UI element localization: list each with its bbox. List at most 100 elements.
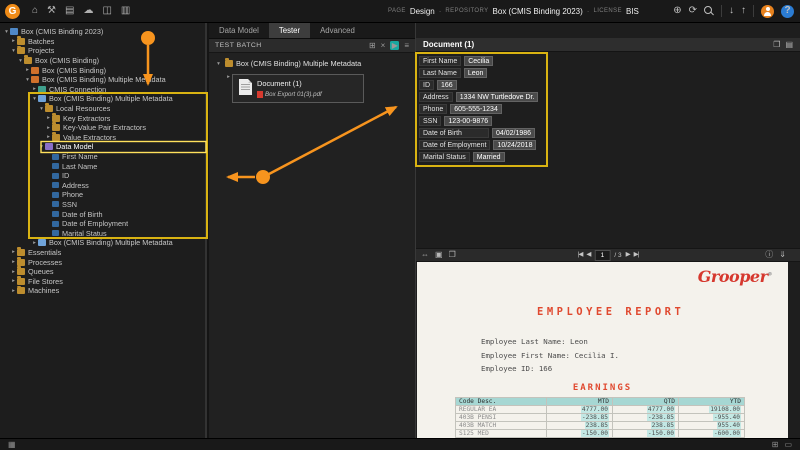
chevron-right-icon[interactable]: ▸ xyxy=(31,240,38,246)
info-icon[interactable]: ⓘ xyxy=(765,251,773,259)
cloud-icon[interactable]: ☁ xyxy=(83,6,93,16)
chevron-right-icon[interactable]: ▸ xyxy=(10,249,17,255)
field-value-input[interactable]: 10/24/2018 xyxy=(493,140,536,150)
file-store-icon[interactable]: ◫ xyxy=(102,6,111,16)
chevron-down-icon[interactable]: ▾ xyxy=(10,48,17,54)
home-icon[interactable]: ⌂ xyxy=(32,6,38,16)
chevron-down-icon[interactable]: ▾ xyxy=(17,58,24,64)
tree-item-batches[interactable]: ▸Batches xyxy=(0,37,205,47)
repository-value[interactable]: Box (CMIS Binding 2023) xyxy=(493,7,583,16)
page-value[interactable]: Design xyxy=(410,7,435,16)
apps-icon[interactable]: ▦ xyxy=(8,441,16,449)
refresh-icon[interactable]: ⟳ xyxy=(689,6,697,16)
field-value-input[interactable]: Married xyxy=(473,152,505,162)
chevron-right-icon[interactable]: ▸ xyxy=(10,38,17,44)
tree-item-key-extractors[interactable]: ▸Key Extractors xyxy=(0,113,205,123)
go-icon[interactable]: ▶ xyxy=(390,41,399,50)
tree-item-ssn[interactable]: SSN xyxy=(0,200,205,210)
tree-item-first-name[interactable]: First Name xyxy=(0,152,205,162)
tab-data-model[interactable]: Data Model xyxy=(209,22,269,38)
field-value-input[interactable]: Cecilia xyxy=(464,56,493,66)
download-icon[interactable]: ↓ xyxy=(729,6,734,16)
document-card[interactable]: Document (1) Box Export 01(3).pdf xyxy=(232,74,364,103)
tree-item-box-cmis-binding-multiple-metadata[interactable]: ▾Box (CMIS Binding) Multiple Metadata xyxy=(0,94,205,104)
chevron-right-icon[interactable]: ▸ xyxy=(10,259,17,265)
chevron-right-icon[interactable]: ▸ xyxy=(10,269,17,275)
chevron-down-icon[interactable]: ▾ xyxy=(31,96,38,102)
chevron-down-icon[interactable]: ▾ xyxy=(215,61,222,67)
batch-folder-row[interactable]: ▾ Box (CMIS Binding) Multiple Metadata xyxy=(215,59,409,68)
chevron-down-icon[interactable]: ▾ xyxy=(3,29,10,35)
help-badge[interactable]: ? xyxy=(781,5,794,18)
prev-page-icon[interactable]: ◀ xyxy=(586,252,590,259)
chevron-right-icon[interactable]: ▸ xyxy=(10,288,17,294)
page-total: / 3 xyxy=(614,252,621,259)
tree-item-phone[interactable]: Phone xyxy=(0,190,205,200)
tree-item-queues[interactable]: ▸Queues xyxy=(0,267,205,277)
search-icon[interactable] xyxy=(704,6,714,16)
tree-item-data-model[interactable]: ▾Data Model xyxy=(0,142,205,152)
field-value-input[interactable]: 04/02/1986 xyxy=(492,128,535,138)
export-icon[interactable]: ⇓ xyxy=(779,251,786,259)
grid-icon[interactable]: ⊞ xyxy=(772,441,779,449)
tree-item-box-cmis-binding-multiple-metadata[interactable]: ▸Box (CMIS Binding) Multiple Metadata xyxy=(0,238,205,248)
delete-icon[interactable]: × xyxy=(381,42,386,50)
field-value-input[interactable]: Leon xyxy=(464,68,488,78)
tree-item-marital-status[interactable]: Marital Status xyxy=(0,228,205,238)
next-page-icon[interactable]: ▶ xyxy=(626,252,630,259)
chevron-down-icon[interactable]: ▾ xyxy=(38,144,45,150)
chevron-right-icon[interactable]: ▸ xyxy=(10,278,17,284)
chevron-right-icon[interactable]: ▸ xyxy=(225,74,232,80)
tree-item-box-cmis-binding-2023[interactable]: ▾Box (CMIS Binding 2023) xyxy=(0,27,205,37)
tree-item-box-cmis-binding-multiple-metadata[interactable]: ▾Box (CMIS Binding) Multiple Metadata xyxy=(0,75,205,85)
tree-item-key-value-pair-extractors[interactable]: ▸Key-Value Pair Extractors xyxy=(0,123,205,133)
add-icon[interactable]: ⊕ xyxy=(673,6,681,16)
chevron-down-icon[interactable]: ▾ xyxy=(24,77,31,83)
chevron-down-icon[interactable]: ▾ xyxy=(38,106,45,112)
tree-item-processes[interactable]: ▸Processes xyxy=(0,257,205,267)
tree-item-date-of-employment[interactable]: Date of Employment xyxy=(0,219,205,229)
field-value-input[interactable]: 605-555-1234 xyxy=(450,104,502,114)
tree-item-last-name[interactable]: Last Name xyxy=(0,161,205,171)
machines-icon[interactable]: ▭ xyxy=(784,441,792,449)
chevron-right-icon[interactable]: ▸ xyxy=(24,67,31,73)
tree-item-address[interactable]: Address xyxy=(0,181,205,191)
tree-item-local-resources[interactable]: ▾Local Resources xyxy=(0,104,205,114)
field-value-input[interactable]: 166 xyxy=(437,80,457,90)
tree-item-date-of-birth[interactable]: Date of Birth xyxy=(0,209,205,219)
tools-icon[interactable]: ⚒ xyxy=(47,6,56,16)
field-value-input[interactable]: 123-00-9876 xyxy=(444,116,492,126)
tree-item-id[interactable]: ID xyxy=(0,171,205,181)
thumbnails-icon[interactable]: ❐ xyxy=(449,251,456,259)
upload-icon[interactable]: ↑ xyxy=(741,6,746,16)
batches-icon[interactable]: ▤ xyxy=(65,6,74,16)
fit-width-icon[interactable]: ⇔ xyxy=(421,251,429,259)
tree-item-machines[interactable]: ▸Machines xyxy=(0,286,205,296)
new-batch-icon[interactable]: ⊞ xyxy=(369,42,376,50)
tree-item-projects[interactable]: ▾Projects xyxy=(0,46,205,56)
document-icon[interactable]: ▤ xyxy=(785,41,793,49)
tree-item-essentials[interactable]: ▸Essentials xyxy=(0,248,205,258)
page-number-input[interactable] xyxy=(594,250,610,261)
copy-icon[interactable]: ❐ xyxy=(773,41,780,49)
tab-advanced[interactable]: Advanced xyxy=(310,22,365,38)
chevron-right-icon[interactable]: ▸ xyxy=(45,115,52,121)
last-page-icon[interactable]: ▶| xyxy=(634,252,639,259)
chevron-right-icon[interactable]: ▸ xyxy=(45,125,52,131)
filter-icon[interactable]: ≡ xyxy=(404,42,409,50)
tree-item-file-stores[interactable]: ▸File Stores xyxy=(0,276,205,286)
tree-item-value-extractors[interactable]: ▸Value Extractors xyxy=(0,133,205,143)
chevron-right-icon[interactable]: ▸ xyxy=(31,86,38,92)
first-page-icon[interactable]: |◀ xyxy=(578,252,583,259)
fit-page-icon[interactable]: ▣ xyxy=(435,251,443,259)
grooper-logo[interactable]: G xyxy=(5,4,20,19)
document-preview[interactable]: Grooper® EMPLOYEE REPORT Employee Last N… xyxy=(417,262,788,438)
user-badge[interactable] xyxy=(761,5,774,18)
tree-item-cmis-connection[interactable]: ▸CMIS Connection xyxy=(0,85,205,95)
chevron-right-icon[interactable]: ▸ xyxy=(45,134,52,140)
tree-item-box-cmis-binding[interactable]: ▾Box (CMIS Binding) xyxy=(0,56,205,66)
tree-item-box-cmis-binding[interactable]: ▸Box (CMIS Binding) xyxy=(0,65,205,75)
tab-tester[interactable]: Tester xyxy=(269,22,310,38)
stats-icon[interactable]: ▥ xyxy=(121,6,130,16)
field-value-input[interactable]: 1334 NW Turtledove Dr. xyxy=(456,92,539,102)
